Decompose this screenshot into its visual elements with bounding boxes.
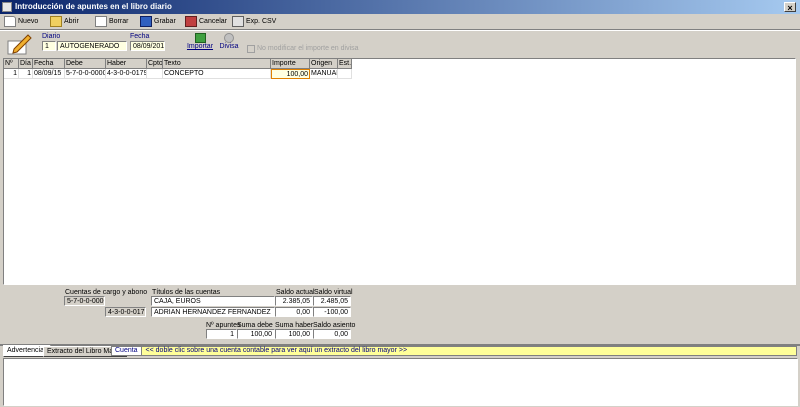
app-icon [2,2,12,12]
saldo-virtual-cargo-field: 2.485,05 [313,296,351,306]
diario-label: Diario [42,33,61,40]
window-title-bar[interactable]: Introducción de apuntes en el libro diar… [0,0,800,14]
close-window-button[interactable]: × [784,2,796,13]
row1-texto[interactable]: CONCEPTO [163,69,271,79]
window-title: Introducción de apuntes en el libro diar… [15,2,172,11]
diario-name-field[interactable]: AUTOGENERADO [57,41,127,51]
export-csv-icon [232,15,244,27]
cancel-icon [185,15,197,27]
apuntes-grid[interactable]: Nº Día Fecha Debe Haber Cpto. Texto Impo… [3,58,796,285]
abrir-label: Abrir [64,17,79,25]
grabar-button[interactable]: Grabar [140,14,176,28]
borrar-button[interactable]: Borrar [95,14,128,28]
saldo-asiento-label: Saldo asiento [313,322,356,329]
pencil-edit-icon [6,33,32,55]
exp-csv-label: Exp. CSV [246,17,277,25]
napuntes-label: Nº apuntes [206,322,241,329]
row1-dia[interactable]: 1 [19,69,33,79]
saldo-actual-label: Saldo actual [276,289,315,296]
diario-number-field[interactable]: 1 [42,41,56,51]
saldo-virtual-abono-field: -100,00 [313,307,351,317]
cuenta-abono-field: 4-3-0-0-0179 [105,307,146,317]
row1-importe[interactable]: 100,00 [271,69,310,79]
col-header-importe[interactable]: Importe [271,59,310,69]
titulos-label: Títulos de las cuentas [152,289,221,296]
divisa-button[interactable]: Divisa [218,33,240,57]
row1-origen[interactable]: MANUAL [310,69,338,79]
import-icon [194,33,206,43]
col-header-texto[interactable]: Texto [163,59,271,69]
cuentas-label: Cuentas de cargo y abono [65,289,148,296]
no-modificar-checkbox[interactable] [247,45,255,53]
saldo-actual-abono-field: 0,00 [275,307,313,317]
saldo-virtual-label: Saldo virtual [314,289,353,296]
grabar-label: Grabar [154,17,176,25]
cuenta-label: Cuenta [112,347,142,355]
nuevo-label: Nuevo [18,17,39,25]
row1-haber[interactable]: 4-3-0-0-0179 [106,69,147,79]
col-header-origen[interactable]: Origen [310,59,338,69]
col-header-est[interactable]: Est. [338,59,352,69]
save-disk-icon [140,15,152,27]
cancelar-button[interactable]: Cancelar [185,14,227,28]
row1-est[interactable] [338,69,352,79]
col-header-dia[interactable]: Día [19,59,33,69]
col-header-haber[interactable]: Haber [106,59,147,69]
no-modificar-label: No modificar el importe en divisa [257,45,359,52]
cuenta-hint-bar[interactable]: Cuenta << doble clic sobre una cuenta co… [111,346,797,356]
napuntes-field: 1 [206,329,237,339]
row1-fecha[interactable]: 08/09/15 [33,69,65,79]
advertencias-panel[interactable] [3,358,798,406]
abrir-button[interactable]: Abrir [50,14,79,28]
delete-icon [95,15,107,27]
toolbar-separator-highlight [0,30,800,31]
col-header-num[interactable]: Nº [4,59,19,69]
col-header-cpto[interactable]: Cpto. [147,59,163,69]
titulo-cargo-field: CAJA, EUROS [151,296,275,306]
fecha-label: Fecha [130,33,150,40]
nuevo-button[interactable]: Nuevo [4,14,38,28]
exp-csv-button[interactable]: Exp. CSV [232,14,276,28]
titulo-abono-field: ADRIAN HERNANDEZ FERNANDEZ [151,307,275,317]
importar-button[interactable]: Importar [185,33,215,57]
folder-open-icon [50,15,62,27]
suma-debe-field: 100,00 [237,329,275,339]
suma-debe-label: Suma debe [237,322,273,329]
saldo-actual-cargo-field: 2.385,05 [275,296,313,306]
cuenta-cargo-field: 5-7-0-0-0000 [64,296,105,306]
suma-haber-label: Suma haber [275,322,314,329]
saldo-asiento-field: 0,00 [313,329,351,339]
fecha-field[interactable]: 08/09/2015 [130,41,165,51]
suma-haber-field: 100,00 [275,329,313,339]
row1-num[interactable]: 1 [4,69,19,79]
cuenta-hint-text: << doble clic sobre una cuenta contable … [145,347,408,354]
importar-label: Importar [186,43,214,50]
currency-icon [224,33,234,43]
row1-debe[interactable]: 5-7-0-0-0000 [65,69,106,79]
row1-cpto[interactable] [147,69,163,79]
new-document-icon [4,15,16,27]
borrar-label: Borrar [109,17,129,25]
cancelar-label: Cancelar [199,17,228,25]
divisa-label: Divisa [219,43,239,50]
col-header-debe[interactable]: Debe [65,59,106,69]
col-header-fecha[interactable]: Fecha [33,59,65,69]
